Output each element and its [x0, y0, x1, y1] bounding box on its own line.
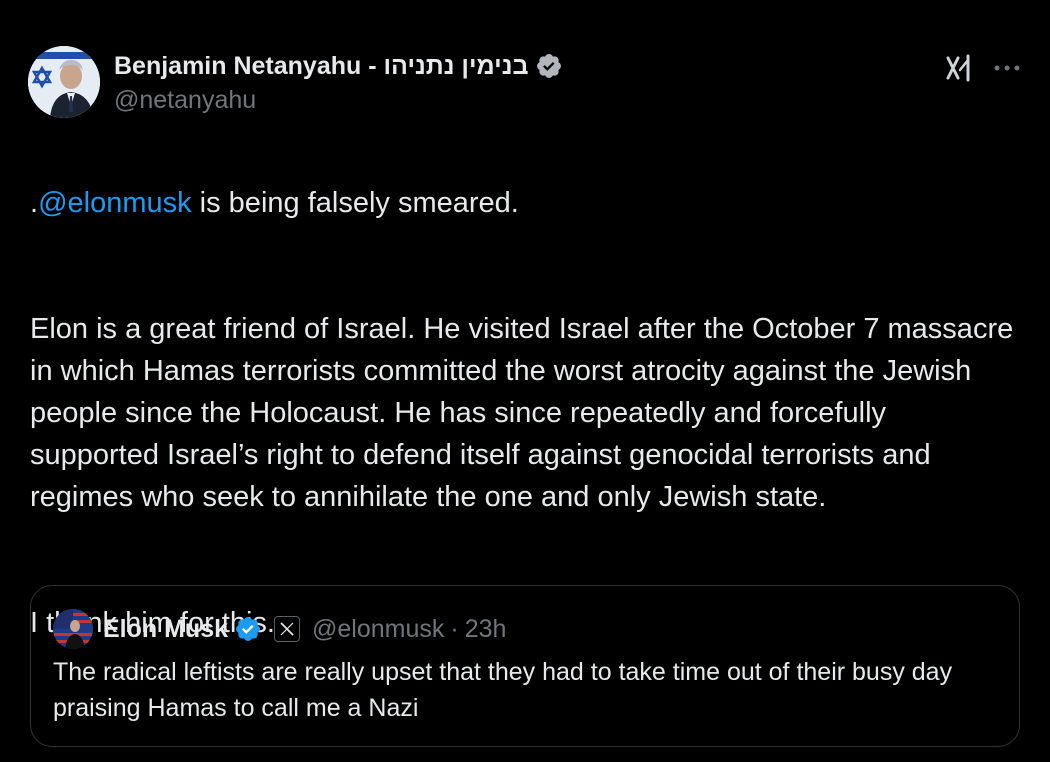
quoted-author-name[interactable]: Elon Musk: [103, 615, 228, 644]
quoted-verified-badge-icon[interactable]: [234, 615, 262, 643]
author-display-name[interactable]: Benjamin Netanyahu - בנימין נתניהו: [114, 52, 529, 81]
more-options-icon[interactable]: [992, 54, 1022, 82]
tweet-card: Benjamin Netanyahu - בנימין נתניהו @neta…: [0, 0, 1050, 762]
tweet-text-line1: is being falsely smeared.: [191, 187, 519, 219]
author-handle[interactable]: @netanyahu: [114, 86, 563, 115]
x-logo-icon[interactable]: [274, 616, 301, 642]
mention-link[interactable]: @elonmusk: [38, 187, 192, 219]
quoted-timestamp[interactable]: 23h: [465, 615, 507, 644]
tweet-text-prefix: .: [30, 187, 39, 219]
quoted-author-avatar[interactable]: [53, 609, 93, 649]
quoted-tweet[interactable]: Elon Musk @elonmusk · 23h The radical le…: [30, 585, 1020, 747]
separator-dot: ·: [450, 614, 459, 643]
quoted-tweet-header: Elon Musk @elonmusk · 23h: [53, 608, 506, 650]
tweet-paragraph-1: .@elonmusk is being falsely smeared.: [30, 182, 1020, 224]
verified-badge-icon[interactable]: [535, 52, 563, 80]
quoted-tweet-text: The radical leftists are really upset th…: [53, 658, 953, 722]
tweet-paragraph-2: Elon is a great friend of Israel. He vis…: [30, 313, 1014, 513]
author-avatar[interactable]: [28, 46, 100, 118]
author-info: Benjamin Netanyahu - בנימין נתניהו @neta…: [114, 50, 563, 115]
tweet-header: Benjamin Netanyahu - בנימין נתניהו @neta…: [28, 46, 1022, 118]
grok-icon[interactable]: [944, 54, 972, 82]
quoted-author-handle[interactable]: @elonmusk: [312, 615, 444, 644]
